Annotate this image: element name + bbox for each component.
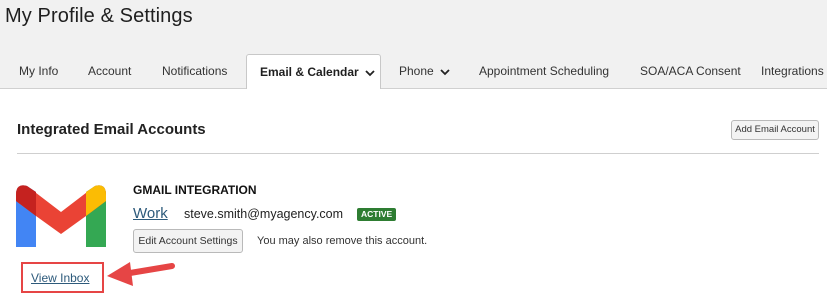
settings-panel: Integrated Email Accounts Add Email Acco… (0, 89, 827, 301)
chevron-down-icon (440, 69, 450, 76)
tab-label: Email & Calendar (260, 65, 359, 79)
tab-account[interactable]: Account (88, 54, 131, 89)
tab-email-calendar[interactable]: Email & Calendar (246, 54, 381, 90)
tab-label: Phone (399, 64, 434, 78)
add-email-account-button[interactable]: Add Email Account (731, 120, 819, 140)
tab-label: SOA/ACA Consent (640, 64, 741, 78)
settings-tab-bar: My Info Account Notifications Email & Ca… (0, 54, 827, 90)
tab-label: Integrations (761, 64, 824, 78)
tab-phone[interactable]: Phone (399, 54, 450, 89)
edit-account-settings-button[interactable]: Edit Account Settings (133, 229, 243, 253)
remove-account-note: You may also remove this account. (257, 235, 428, 247)
tab-label: Account (88, 64, 132, 78)
tab-appointment-scheduling[interactable]: Appointment Scheduling (479, 54, 609, 89)
tab-notifications[interactable]: Notifications (162, 54, 227, 89)
gmail-logo-icon (16, 185, 106, 247)
tab-label: Notifications (162, 64, 228, 78)
tab-integrations[interactable]: Integrations (761, 54, 824, 89)
account-email: steve.smith@myagency.com (184, 207, 344, 221)
status-badge: ACTIVE (357, 208, 397, 221)
page-title: My Profile & Settings (5, 5, 193, 27)
section-divider (17, 153, 819, 154)
chevron-down-icon (365, 70, 375, 77)
integration-name: GMAIL INTEGRATION (133, 183, 257, 197)
tab-my-info[interactable]: My Info (19, 54, 58, 89)
tab-label: Appointment Scheduling (479, 64, 610, 78)
tab-soa-aca-consent[interactable]: SOA/ACA Consent (640, 54, 741, 89)
view-inbox-link[interactable]: View Inbox (31, 271, 89, 285)
pointer-arrow-icon (107, 262, 175, 286)
section-title: Integrated Email Accounts (17, 121, 206, 138)
account-type-link[interactable]: Work (133, 205, 168, 222)
tab-label: My Info (19, 64, 59, 78)
